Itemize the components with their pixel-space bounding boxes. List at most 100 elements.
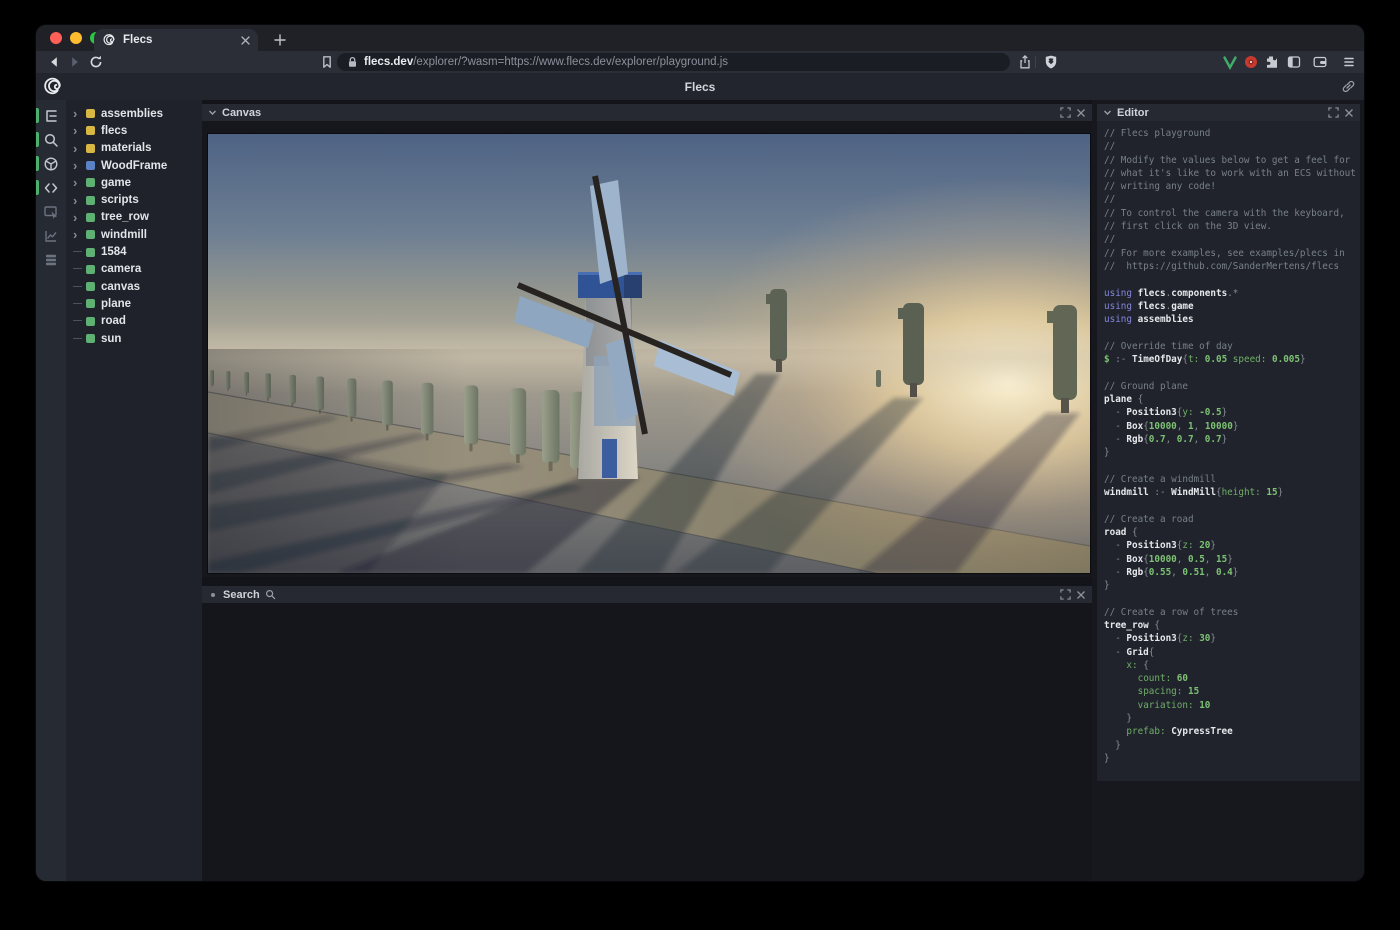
tree-item-tree_row[interactable]: › tree_row — [66, 209, 202, 226]
search-icon — [43, 132, 59, 148]
tree-item-label: game — [101, 177, 131, 189]
inspector-icon — [43, 204, 59, 220]
canvas-3d-scene[interactable] — [208, 134, 1090, 573]
tool-sidebar — [36, 100, 66, 881]
entity-tree-panel: ›assemblies›flecs›materials›WoodFrame›ga… — [66, 100, 202, 881]
close-icon[interactable] — [1076, 590, 1086, 600]
canvas-panel: Canvas — [202, 104, 1092, 577]
sidebar-toggle-icon[interactable] — [1286, 54, 1302, 70]
share-icon[interactable] — [1017, 54, 1033, 70]
search-panel-title: Search — [223, 589, 260, 601]
sidebar-tool-outliner[interactable] — [36, 107, 66, 124]
search-panel-header: Search — [202, 586, 1092, 603]
reload-button[interactable] — [88, 54, 104, 70]
sidebar-tool-code[interactable] — [36, 179, 66, 196]
entity-color-swatch — [86, 161, 95, 170]
tree-item-WoodFrame[interactable]: › WoodFrame — [66, 157, 202, 174]
tree-item-canvas[interactable]: canvas — [66, 278, 202, 295]
tree-item-plane[interactable]: plane — [66, 295, 202, 312]
tab-flecs[interactable]: Flecs — [94, 29, 258, 51]
sidebar-tool-stats[interactable] — [36, 227, 66, 244]
entity-color-swatch — [86, 299, 95, 308]
close-icon[interactable] — [1076, 108, 1086, 118]
browser-window: Flecs flecs.dev/explorer/?wasm=https://w… — [36, 25, 1364, 881]
lock-icon — [347, 56, 358, 68]
chevron-right-icon: › — [73, 212, 86, 223]
stats-chart-icon — [43, 228, 59, 244]
tree-item-label: flecs — [101, 125, 127, 137]
tree-item-1584[interactable]: 1584 — [66, 243, 202, 260]
menu-icon[interactable] — [1341, 54, 1357, 70]
close-window-button[interactable] — [50, 32, 62, 44]
sidebar-tool-search[interactable] — [36, 131, 66, 148]
brave-shield-icon[interactable] — [1043, 54, 1059, 70]
tree-item-label: materials — [101, 142, 152, 154]
tree-item-label: road — [101, 315, 126, 327]
url-host: flecs.dev — [364, 56, 413, 68]
tree-item-game[interactable]: ›game — [66, 174, 202, 191]
back-button[interactable] — [46, 54, 62, 70]
tree-item-assemblies[interactable]: ›assemblies — [66, 105, 202, 122]
toolbar-divider — [1035, 56, 1036, 68]
wallet-icon[interactable] — [1312, 54, 1328, 70]
tree-item-camera[interactable]: camera — [66, 261, 202, 278]
outliner-icon — [43, 108, 59, 124]
chevron-down-icon[interactable] — [1103, 108, 1112, 117]
search-results-area[interactable] — [202, 603, 1092, 881]
entity-color-swatch — [86, 265, 95, 274]
tree-list: ›assemblies›flecs›materials›WoodFrame›ga… — [66, 105, 202, 347]
fullscreen-icon[interactable] — [1060, 589, 1071, 600]
chevron-right-icon: › — [73, 160, 86, 171]
active-indicator — [36, 180, 39, 195]
canvas-panel-title: Canvas — [222, 107, 261, 119]
editor-code[interactable]: // Flecs playground//// Modify the value… — [1097, 121, 1360, 781]
queries-stack-icon — [43, 252, 59, 268]
tree-item-label: scripts — [101, 194, 139, 206]
active-indicator — [36, 108, 39, 123]
editor-panel: Editor // Flecs playground//// Modify th… — [1097, 104, 1360, 781]
page-title: Flecs — [36, 80, 1364, 94]
search-panel: Search — [202, 586, 1092, 881]
minimize-window-button[interactable] — [70, 32, 82, 44]
entity-color-swatch — [86, 178, 95, 187]
entity-color-swatch — [86, 144, 95, 153]
tree-item-materials[interactable]: ›materials — [66, 140, 202, 157]
editor-panel-title: Editor — [1117, 107, 1149, 119]
browser-toolbar: flecs.dev/explorer/?wasm=https://www.fle… — [36, 51, 1364, 73]
tree-item-sun[interactable]: sun — [66, 330, 202, 347]
extension-red-icon[interactable] — [1243, 54, 1259, 70]
share-link-icon[interactable] — [1340, 78, 1357, 95]
sidebar-tool-scene[interactable] — [36, 155, 66, 172]
tree-item-label: assemblies — [101, 108, 163, 120]
new-tab-button[interactable] — [270, 30, 290, 50]
chevron-right-icon: › — [73, 195, 86, 206]
extensions-puzzle-icon[interactable] — [1264, 54, 1280, 70]
entity-color-swatch — [86, 213, 95, 222]
entity-color-swatch — [86, 126, 95, 135]
url-bar[interactable]: flecs.dev/explorer/?wasm=https://www.fle… — [337, 53, 1010, 71]
tree-item-label: 1584 — [101, 246, 127, 258]
tree-item-flecs[interactable]: › flecs — [66, 122, 202, 139]
tree-item-road[interactable]: road — [66, 313, 202, 330]
chevron-down-icon[interactable] — [208, 108, 217, 117]
entity-color-swatch — [86, 334, 95, 343]
collapse-dot-icon[interactable] — [211, 593, 215, 597]
chevron-right-icon: › — [73, 125, 86, 136]
close-icon[interactable] — [1344, 108, 1354, 118]
bookmark-icon[interactable] — [319, 54, 335, 70]
tab-title: Flecs — [123, 34, 241, 46]
magnifier-icon — [265, 589, 276, 600]
sidebar-tool-queries[interactable] — [36, 251, 66, 268]
tree-item-windmill[interactable]: ›windmill — [66, 226, 202, 243]
tree-item-label: WoodFrame — [101, 160, 167, 172]
fullscreen-icon[interactable] — [1328, 107, 1339, 118]
tree-item-scripts[interactable]: › scripts — [66, 191, 202, 208]
app-header: Flecs — [36, 73, 1364, 100]
extension-v-icon[interactable] — [1222, 54, 1238, 70]
fullscreen-icon[interactable] — [1060, 107, 1071, 118]
entity-color-swatch — [86, 248, 95, 257]
tree-item-label: tree_row — [101, 211, 149, 223]
forward-button[interactable] — [67, 54, 83, 70]
tab-close-icon[interactable] — [241, 36, 250, 45]
sidebar-tool-inspector[interactable] — [36, 203, 66, 220]
